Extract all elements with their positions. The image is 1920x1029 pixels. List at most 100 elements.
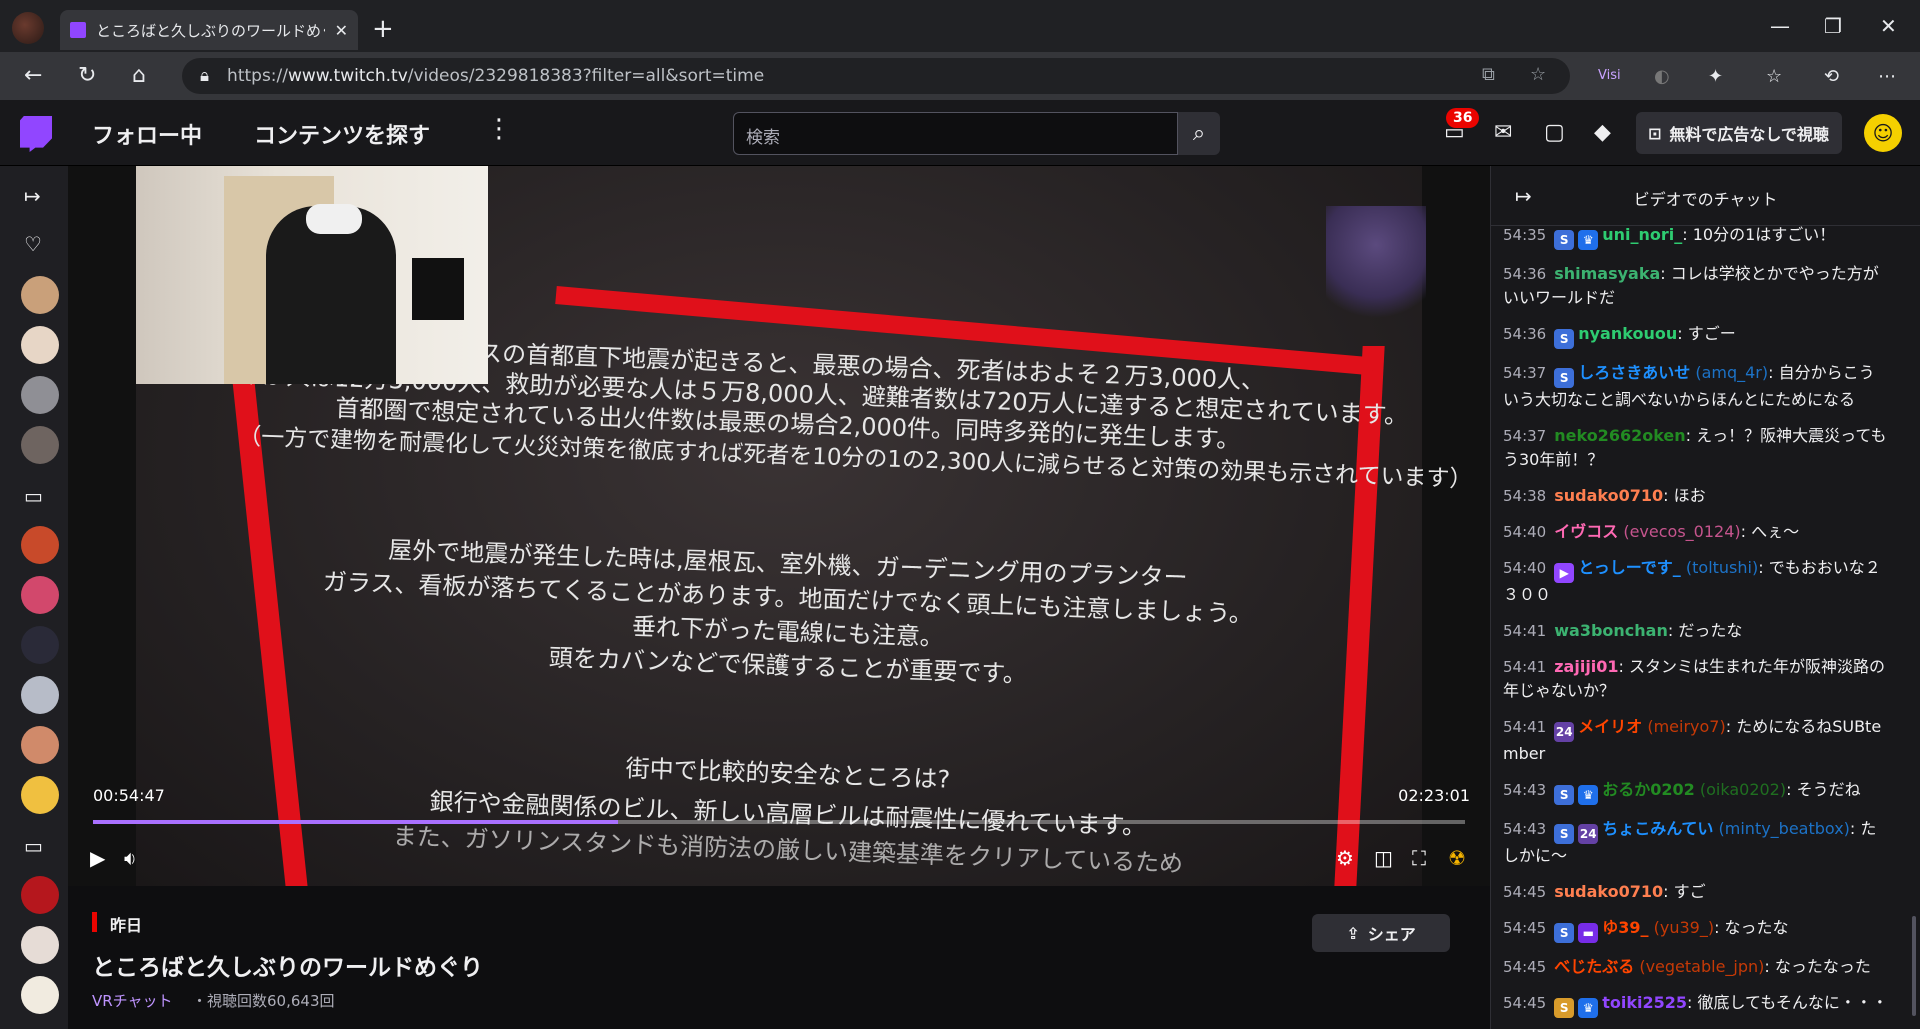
crown-badge-icon[interactable]: ♛ — [1578, 998, 1599, 1018]
channel-avatar[interactable] — [21, 926, 59, 964]
channel-avatar[interactable] — [21, 426, 59, 464]
sub-badge-icon[interactable]: S — [1554, 923, 1575, 943]
expand-sidebar-icon[interactable]: ↦ — [24, 184, 41, 208]
chat-bubble-icon[interactable]: ▢ — [1544, 120, 1565, 145]
channel-avatar[interactable] — [21, 526, 59, 564]
chat-handle[interactable]: (minty_beatbox) — [1713, 819, 1850, 838]
channel-avatar[interactable] — [21, 576, 59, 614]
browser-menu-icon[interactable]: ⋯ — [1878, 66, 1896, 87]
chat-username[interactable]: sudako0710 — [1554, 486, 1663, 505]
lock-icon[interactable]: 🔒︎ — [200, 66, 209, 86]
user-avatar[interactable]: ☺ — [1864, 114, 1902, 152]
url-bar[interactable]: 🔒︎ https://www.twitch.tv/videos/23298183… — [182, 58, 1570, 94]
channel-avatar[interactable] — [21, 776, 59, 814]
chat-handle[interactable]: (yu39_) — [1649, 918, 1714, 937]
volume-icon[interactable]: 🔉︎ — [124, 846, 137, 870]
chat-username[interactable]: neko2662oken — [1554, 426, 1685, 445]
reload-icon[interactable]: ↻ — [78, 64, 96, 88]
browser-tab[interactable]: ところばと久しぶりのワールドめぐり - Tw ✕ — [60, 10, 358, 50]
chat-timestamp[interactable]: 54:45 — [1503, 883, 1546, 901]
chat-scrollbar[interactable] — [1912, 916, 1916, 1016]
chat-timestamp[interactable]: 54:40 — [1503, 523, 1546, 541]
whispers-inbox-icon[interactable]: ✉ — [1494, 120, 1512, 145]
sub-badge-icon[interactable]: S — [1554, 785, 1575, 805]
chat-timestamp[interactable]: 54:45 — [1503, 919, 1546, 937]
nav-following[interactable]: フォロー中 — [92, 118, 202, 150]
chat-timestamp[interactable]: 54:37 — [1503, 427, 1546, 445]
bits-icon[interactable]: ◆ — [1594, 120, 1611, 145]
chat-timestamp[interactable]: 54:38 — [1503, 487, 1546, 505]
badge-24-icon[interactable]: 24 — [1578, 824, 1599, 844]
chat-timestamp[interactable]: 54:40 — [1503, 559, 1546, 577]
chat-username[interactable]: wa3bonchan — [1554, 621, 1668, 640]
channel-avatar[interactable] — [21, 976, 59, 1014]
restore-icon[interactable]: ❐ — [1824, 14, 1842, 38]
purple-badge-icon[interactable]: ▬ — [1578, 923, 1599, 943]
chat-username[interactable]: おるか0202 — [1602, 780, 1695, 799]
chat-timestamp[interactable]: 54:41 — [1503, 658, 1546, 676]
minimize-icon[interactable]: — — [1770, 14, 1790, 38]
chat-handle[interactable]: (amq_4r) — [1690, 363, 1768, 382]
chat-handle[interactable]: (oika0202) — [1695, 780, 1786, 799]
theatre-mode-icon[interactable]: ◫ — [1374, 846, 1393, 870]
new-tab-icon[interactable]: + — [372, 14, 394, 44]
crown-badge-icon[interactable]: ♛ — [1578, 785, 1599, 805]
sub-badge-icon[interactable]: S — [1554, 329, 1575, 349]
back-icon[interactable]: ← — [24, 64, 42, 88]
chat-username[interactable]: メイリオ — [1578, 717, 1642, 736]
channel-avatar[interactable] — [21, 326, 59, 364]
chat-username[interactable]: しろさきあいせ — [1578, 363, 1690, 382]
close-tab-icon[interactable]: ✕ — [335, 21, 348, 40]
home-icon[interactable]: ⌂ — [132, 64, 146, 88]
chat-timestamp[interactable]: 54:41 — [1503, 718, 1546, 736]
extension-visi-icon[interactable]: Visi — [1598, 68, 1621, 83]
chat-timestamp[interactable]: 54:45 — [1503, 958, 1546, 976]
chat-timestamp[interactable]: 54:43 — [1503, 820, 1546, 838]
video-player[interactable]: チュード７クラスの首都直下地震が起きると、最悪の場合、死者はおよそ２万3,000… — [68, 166, 1490, 886]
ad-free-button[interactable]: ⊡ 無料で広告なしで視聴 — [1636, 112, 1842, 154]
search-input[interactable]: 検索 — [733, 112, 1178, 155]
sub-badge-icon[interactable]: S — [1554, 824, 1575, 844]
play-icon[interactable]: ▶ — [90, 846, 105, 870]
radiation-extension-icon[interactable]: ☢ — [1448, 846, 1466, 870]
crown-badge-icon[interactable]: ♛ — [1578, 230, 1599, 250]
channel-avatar[interactable] — [21, 626, 59, 664]
chat-username[interactable]: ちょこみんてい — [1602, 819, 1713, 838]
chat-username[interactable]: sudako0710 — [1554, 882, 1663, 901]
channel-avatar[interactable] — [21, 376, 59, 414]
channel-avatar[interactable] — [21, 676, 59, 714]
channel-avatar[interactable] — [21, 276, 59, 314]
category-link[interactable]: VRチャット — [92, 990, 173, 1011]
profile-avatar[interactable] — [12, 12, 44, 44]
chat-username[interactable]: イヴコス — [1554, 522, 1618, 541]
fullscreen-icon[interactable]: ⛶ — [1412, 846, 1426, 870]
settings-gear-icon[interactable]: ⚙ — [1336, 846, 1354, 870]
chat-username[interactable]: べじたぶる — [1554, 957, 1634, 976]
badge-24-icon[interactable]: 24 — [1554, 722, 1575, 742]
chat-timestamp[interactable]: 54:43 — [1503, 781, 1546, 799]
extensions-puzzle-icon[interactable]: ✦ — [1708, 66, 1723, 87]
favorite-star-icon[interactable]: ☆ — [1530, 64, 1546, 85]
chat-timestamp[interactable]: 54:37 — [1503, 364, 1546, 382]
chat-handle[interactable]: (toltushi) — [1681, 558, 1758, 577]
chat-timestamp[interactable]: 54:36 — [1503, 265, 1546, 283]
chat-timestamp[interactable]: 54:45 — [1503, 994, 1546, 1012]
chat-handle[interactable]: (meiryo7) — [1642, 717, 1725, 736]
chat-timestamp[interactable]: 54:41 — [1503, 622, 1546, 640]
more-options-icon[interactable]: ⋮ — [486, 114, 512, 144]
chat-username[interactable]: zajiji01 — [1554, 657, 1618, 676]
chat-username[interactable]: nyankouou — [1578, 324, 1677, 343]
seek-bar[interactable] — [93, 820, 1465, 824]
chat-handle[interactable]: (vegetable_jpn) — [1634, 957, 1764, 976]
sub-badge-icon[interactable]: S — [1554, 998, 1575, 1018]
sub-badge-icon[interactable]: S — [1554, 368, 1575, 388]
video-badge-icon[interactable]: ▶ — [1554, 563, 1575, 583]
channel-avatar[interactable] — [21, 876, 59, 914]
nav-browse[interactable]: コンテンツを探す — [254, 118, 430, 150]
share-button[interactable]: ⇪ シェア — [1312, 914, 1450, 952]
chat-username[interactable]: ゆ39_ — [1602, 918, 1648, 937]
chat-username[interactable]: とっしーです_ — [1578, 558, 1681, 577]
chat-username[interactable]: toiki2525 — [1602, 993, 1687, 1012]
twitch-logo-icon[interactable] — [20, 116, 52, 152]
history-icon[interactable]: ⟲ — [1824, 66, 1839, 87]
